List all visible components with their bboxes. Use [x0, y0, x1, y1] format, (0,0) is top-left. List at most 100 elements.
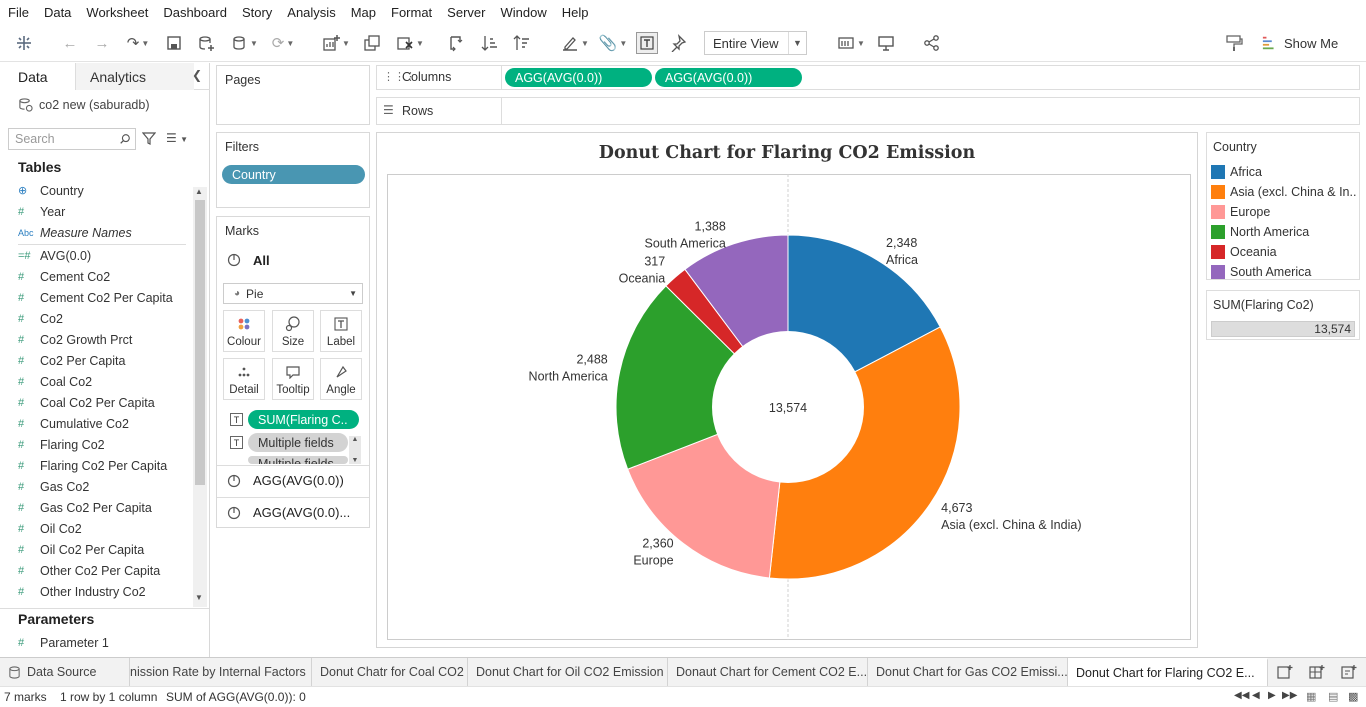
mark-type-dropdown[interactable]: ◕ Pie ▼: [223, 283, 363, 304]
legend-item[interactable]: Africa: [1211, 162, 1262, 182]
menu-window[interactable]: Window: [500, 5, 546, 20]
menu-data[interactable]: Data: [44, 5, 71, 20]
detail-button[interactable]: Detail: [223, 358, 265, 400]
undo-icon[interactable]: ←: [60, 32, 80, 54]
first-page-icon[interactable]: ◀◀: [1234, 690, 1249, 701]
tab-analytics[interactable]: Analytics: [76, 63, 194, 90]
clear-sheet-icon[interactable]: ▼: [392, 32, 428, 54]
angle-button[interactable]: Angle: [320, 358, 362, 400]
replay-icon[interactable]: ↷ ▼: [120, 32, 156, 54]
field-item[interactable]: Abc Measure Names: [18, 222, 132, 243]
menu-story[interactable]: Story: [242, 5, 272, 20]
filter-icon[interactable]: [141, 131, 157, 148]
legend-item[interactable]: North America: [1211, 222, 1309, 242]
field-item[interactable]: # Cement Co2 Per Capita: [18, 287, 173, 308]
presentation-mode-icon[interactable]: [876, 32, 896, 54]
field-item[interactable]: # Other Industry Co2: [18, 581, 146, 602]
field-item[interactable]: # Coal Co2 Per Capita: [18, 392, 155, 413]
field-item[interactable]: # Oil Co2 Per Capita: [18, 539, 144, 560]
tab-data-source[interactable]: Data Source: [0, 658, 130, 686]
field-item[interactable]: # Co2 Growth Prct: [18, 329, 132, 350]
tabs-view-icon[interactable]: ▩: [1348, 690, 1358, 703]
search-input[interactable]: Search: [8, 128, 136, 150]
duplicate-sheet-icon[interactable]: [362, 32, 382, 54]
view-fit-dropdown[interactable]: Entire View ▼: [704, 31, 807, 55]
menu-server[interactable]: Server: [447, 5, 485, 20]
tab-emission-rate[interactable]: nission Rate by Internal Factors: [130, 658, 312, 686]
menu-format[interactable]: Format: [391, 5, 432, 20]
menu-help[interactable]: Help: [562, 5, 589, 20]
field-item[interactable]: # Coal Co2: [18, 371, 92, 392]
donut-chart[interactable]: 13,574 2,348 Africa 4,673 Asia (excl. China…: [387, 174, 1191, 640]
filters-card[interactable]: Filters Country: [216, 132, 370, 208]
tab-coal-donut[interactable]: Donut Chatr for Coal CO2: [312, 658, 468, 686]
field-item[interactable]: # Gas Co2 Per Capita: [18, 497, 152, 518]
columns-shelf[interactable]: ⋮⋮⋮ Columns AGG(AVG(0.0)) AGG(AVG(0.0)): [376, 65, 1360, 90]
legend-item[interactable]: South America: [1211, 262, 1311, 282]
group-members-icon[interactable]: 📎 ▼: [596, 32, 630, 54]
prev-page-icon[interactable]: ◀: [1252, 690, 1260, 701]
field-item[interactable]: # Cement Co2: [18, 266, 110, 287]
collapse-pane-icon[interactable]: ❮: [192, 68, 202, 82]
scrollbar-thumb[interactable]: [195, 200, 205, 485]
scroll-down-icon[interactable]: ▼: [195, 593, 203, 602]
menu-worksheet[interactable]: Worksheet: [86, 5, 148, 20]
filter-pill-country[interactable]: Country: [222, 165, 365, 184]
field-item[interactable]: # Cumulative Co2: [18, 413, 129, 434]
field-item[interactable]: =# AVG(0.0): [18, 245, 91, 266]
format-painter-icon[interactable]: [1224, 32, 1244, 54]
tab-cement-donut[interactable]: Donaut Chart for Cement CO2 E...: [668, 658, 868, 686]
share-icon[interactable]: [922, 32, 942, 54]
field-item[interactable]: # Year: [18, 201, 65, 222]
legend-item[interactable]: Asia (excl. China & In..: [1211, 182, 1356, 202]
label-button[interactable]: Label: [320, 310, 362, 352]
menu-analysis[interactable]: Analysis: [287, 5, 335, 20]
sort-descending-icon[interactable]: [512, 32, 532, 54]
fix-axes-pin-icon[interactable]: [668, 32, 688, 54]
tab-flaring-donut[interactable]: Donut Chart for Flaring CO2 E...: [1068, 658, 1268, 686]
tab-data[interactable]: Data: [0, 63, 76, 90]
rows-shelf[interactable]: ☰ Rows: [376, 97, 1360, 125]
columns-pill-2[interactable]: AGG(AVG(0.0)): [655, 68, 802, 87]
pages-card[interactable]: Pages: [216, 65, 370, 125]
menu-file[interactable]: File: [8, 5, 29, 20]
columns-pill-1[interactable]: AGG(AVG(0.0)): [505, 68, 652, 87]
sort-ascending-icon[interactable]: [480, 32, 500, 54]
pause-updates-icon[interactable]: ▼: [226, 32, 262, 54]
field-item[interactable]: # Oil Co2: [18, 518, 82, 539]
parameter-item[interactable]: # Parameter 1: [18, 632, 109, 653]
grid-view-icon[interactable]: ▦: [1306, 690, 1316, 703]
marks-subcard-1[interactable]: AGG(AVG(0.0)): [253, 473, 344, 488]
field-item[interactable]: # Co2: [18, 308, 63, 329]
field-item[interactable]: # Flaring Co2: [18, 434, 105, 455]
legend-item[interactable]: Oceania: [1211, 242, 1277, 262]
tab-oil-donut[interactable]: Donut Chart for Oil CO2 Emission: [468, 658, 668, 686]
tooltip-button[interactable]: Tooltip: [272, 358, 314, 400]
colour-button[interactable]: Colour: [223, 310, 265, 352]
filmstrip-view-icon[interactable]: ▤: [1328, 690, 1338, 703]
field-item[interactable]: # Co2 Per Capita: [18, 350, 125, 371]
last-page-icon[interactable]: ▶▶: [1282, 690, 1297, 701]
legend-item[interactable]: Europe: [1211, 202, 1270, 222]
menu-dashboard[interactable]: Dashboard: [163, 5, 227, 20]
new-dashboard-icon[interactable]: [1309, 664, 1325, 683]
field-item[interactable]: ⊕ Country: [18, 180, 84, 201]
next-page-icon[interactable]: ▶: [1268, 690, 1276, 701]
size-button[interactable]: Size: [272, 310, 314, 352]
show-mark-labels-icon[interactable]: [636, 32, 658, 54]
marks-all-label[interactable]: All: [253, 253, 270, 268]
tab-gas-donut[interactable]: Donut Chart for Gas CO2 Emissi...: [868, 658, 1068, 686]
new-datasource-icon[interactable]: [196, 32, 216, 54]
swap-rows-columns-icon[interactable]: [446, 32, 466, 54]
scroll-up-icon[interactable]: ▲: [195, 187, 203, 196]
field-item[interactable]: # Other Co2 Per Capita: [18, 560, 160, 581]
new-worksheet-icon[interactable]: [1277, 664, 1293, 683]
show-me-button[interactable]: Show Me: [1262, 33, 1338, 53]
new-story-icon[interactable]: [1341, 664, 1357, 683]
field-pill-multiple[interactable]: Multiple fields: [248, 456, 348, 464]
new-worksheet-icon[interactable]: ▼: [318, 32, 354, 54]
save-icon[interactable]: [164, 32, 184, 54]
field-item[interactable]: # Gas Co2: [18, 476, 89, 497]
redo-icon[interactable]: →: [92, 32, 112, 54]
marks-subcard-2[interactable]: AGG(AVG(0.0)...: [253, 505, 350, 520]
